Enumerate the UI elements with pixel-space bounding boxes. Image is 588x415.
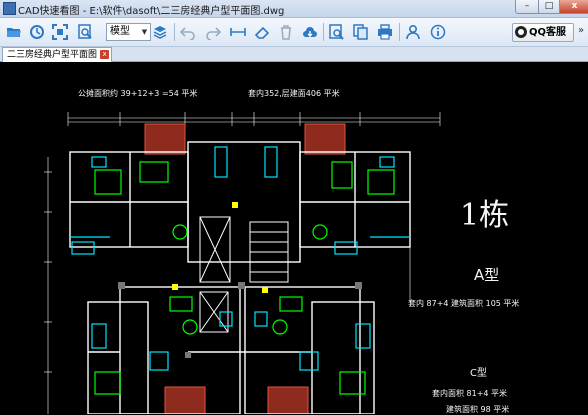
- toolbar-overflow-button[interactable]: »: [578, 25, 584, 36]
- close-button[interactable]: x: [559, 0, 588, 14]
- drawing-type-c-label: C型: [470, 368, 487, 379]
- maximize-button[interactable]: □: [538, 0, 560, 14]
- drawing-building-label: 1栋: [460, 198, 510, 233]
- tab-document-label: 二三房经典户型平面图: [7, 50, 98, 60]
- window-zoom-icon[interactable]: [76, 22, 96, 42]
- drawing-annotation-inner-area: 套内352,层建面406 平米: [248, 89, 340, 98]
- layers-icon[interactable]: [150, 22, 170, 42]
- chevron-down-icon: ▼: [141, 28, 148, 36]
- floor-plan-drawing: [44, 112, 441, 414]
- history-icon[interactable]: [27, 22, 47, 42]
- info-icon[interactable]: [428, 22, 448, 42]
- drawing-canvas[interactable]: 公摊面积约 39+12+3 =54 平米 套内352,层建面406 平米 1栋 …: [0, 62, 588, 414]
- model-select-value: 模型: [110, 26, 130, 37]
- qq-support-button[interactable]: QQ客服: [512, 23, 574, 42]
- model-select[interactable]: 模型 ▼: [106, 23, 151, 41]
- minimize-button[interactable]: –: [515, 0, 539, 14]
- trash-icon[interactable]: [276, 22, 296, 42]
- tab-close-icon[interactable]: x: [100, 50, 110, 59]
- toolbar: 模型 ▼ QQ客服 »: [0, 18, 588, 47]
- drawing-type-c-area: 套内面积 81+4 平米: [432, 389, 508, 398]
- tab-document[interactable]: 二三房经典户型平面图 x: [2, 47, 113, 62]
- drawing-annotation-shared-area: 公摊面积约 39+12+3 =54 平米: [78, 89, 198, 98]
- title-bar: CAD快速看图 - E:\软件\dasoft\二三房经典户型平面图.dwg – …: [0, 0, 588, 18]
- undo-icon[interactable]: [178, 22, 198, 42]
- eraser-icon[interactable]: [252, 22, 272, 42]
- print-icon[interactable]: [375, 22, 395, 42]
- cloud-download-icon[interactable]: [300, 22, 320, 42]
- document-tab-bar: 二三房经典户型平面图 x: [0, 47, 588, 62]
- fit-screen-icon[interactable]: [50, 22, 70, 42]
- window-title: CAD快速看图 - E:\软件\dasoft\二三房经典户型平面图.dwg: [18, 6, 285, 17]
- copy-icon[interactable]: [351, 22, 371, 42]
- app-icon: [3, 2, 16, 15]
- user-icon[interactable]: [403, 22, 423, 42]
- open-folder-icon[interactable]: [4, 22, 24, 42]
- measure-icon[interactable]: [228, 22, 248, 42]
- qq-penguin-icon: [515, 26, 527, 38]
- redo-icon[interactable]: [203, 22, 223, 42]
- drawing-type-a-label: A型: [474, 266, 500, 284]
- drawing-type-c-area-2: 建筑面积 98 平米: [446, 405, 510, 414]
- drawing-type-a-area: 套内 87+4 建筑面积 105 平米: [408, 299, 520, 308]
- find-text-icon[interactable]: [327, 22, 347, 42]
- qq-support-label: QQ客服: [529, 27, 567, 38]
